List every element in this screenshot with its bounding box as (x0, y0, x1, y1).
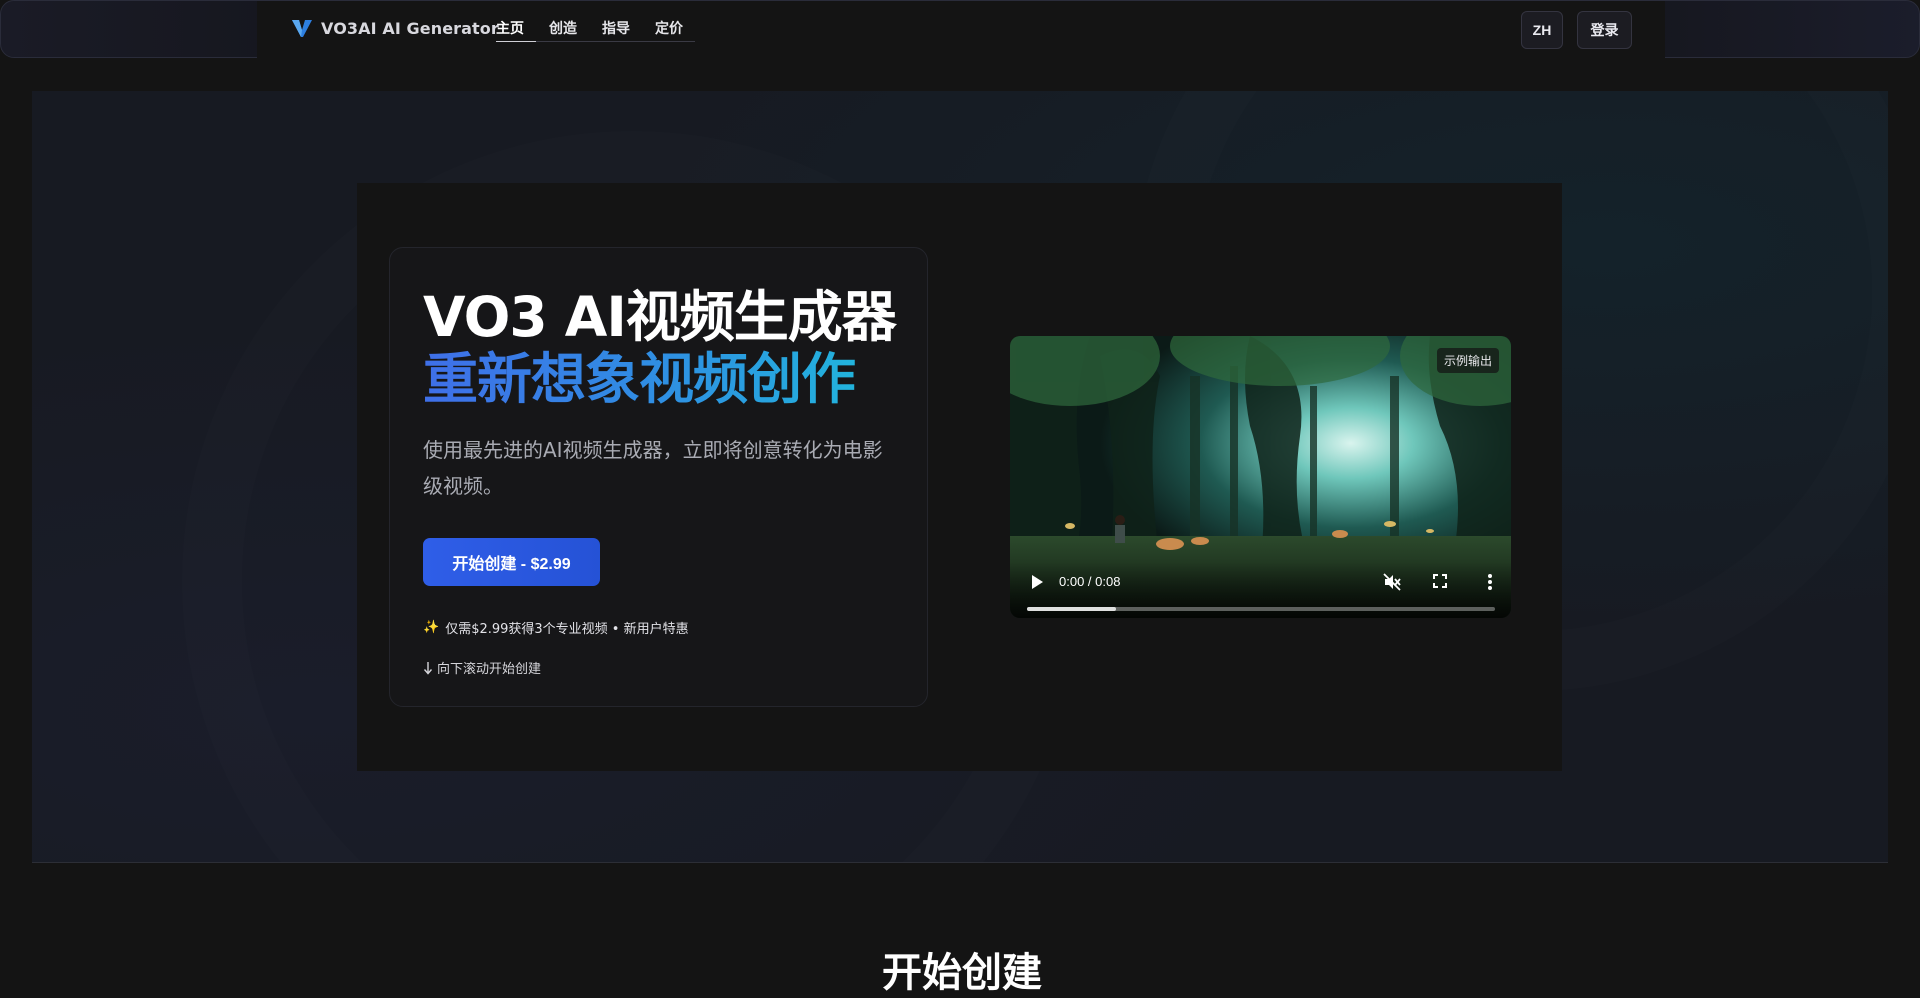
hero-description: 使用最先进的AI视频生成器，立即将创意转化为电影级视频。 (423, 438, 883, 498)
hero-subtitle: 重新想象视频创作 (423, 347, 856, 411)
sample-video-player[interactable]: 示例输出 0:00 / 0:08 (1010, 336, 1511, 618)
nav-item-guide[interactable]: 指导 (589, 20, 642, 42)
fullscreen-icon[interactable] (1432, 573, 1448, 589)
sample-output-badge: 示例输出 (1436, 348, 1499, 373)
video-progress-bar[interactable] (1027, 607, 1495, 611)
brand-name: VO3AI AI Generator (321, 18, 499, 38)
more-vertical-icon[interactable] (1480, 572, 1500, 592)
scroll-hint[interactable]: 向下滚动开始创建 (423, 658, 541, 677)
promo-line: ✨ 仅需$2.99获得3个专业视频 • 新用户特惠 (423, 618, 689, 637)
mute-icon[interactable] (1382, 572, 1402, 592)
video-time: 0:00 / 0:08 (1059, 574, 1121, 589)
arrow-down-icon (423, 661, 433, 675)
vo3-logo-icon (292, 20, 312, 37)
hero-section: VO3 AI视频生成器 重新想象视频创作 使用最先进的AI视频生成器，立即将创意… (32, 91, 1888, 863)
header-container: VO3AI AI Generator 主页 创造 指导 定价 ZH 登录 (257, 1, 1665, 58)
nav-item-home[interactable]: 主页 (496, 20, 536, 42)
play-icon[interactable] (1030, 574, 1044, 590)
nav-item-create[interactable]: 创造 (536, 20, 589, 42)
video-progress-fill (1027, 607, 1116, 611)
hero-title: VO3 AI视频生成器 (423, 285, 897, 349)
hero-card: VO3 AI视频生成器 重新想象视频创作 使用最先进的AI视频生成器，立即将创意… (389, 247, 928, 707)
login-button[interactable]: 登录 (1577, 11, 1632, 49)
language-button[interactable]: ZH (1521, 11, 1563, 49)
section-title-start-create: 开始创建 (882, 950, 1042, 996)
top-header: VO3AI AI Generator 主页 创造 指导 定价 ZH 登录 (0, 0, 1920, 58)
video-controls: 0:00 / 0:08 (1010, 562, 1511, 618)
scroll-hint-text: 向下滚动开始创建 (437, 662, 542, 677)
brand[interactable]: VO3AI AI Generator (291, 18, 499, 38)
sparkle-icon: ✨ (423, 620, 440, 635)
main-nav: 主页 创造 指导 定价 (496, 20, 695, 42)
nav-item-pricing[interactable]: 定价 (642, 20, 695, 42)
promo-text: 仅需$2.99获得3个专业视频 • 新用户特惠 (445, 622, 689, 637)
start-create-button[interactable]: 开始创建 - $2.99 (423, 538, 600, 586)
